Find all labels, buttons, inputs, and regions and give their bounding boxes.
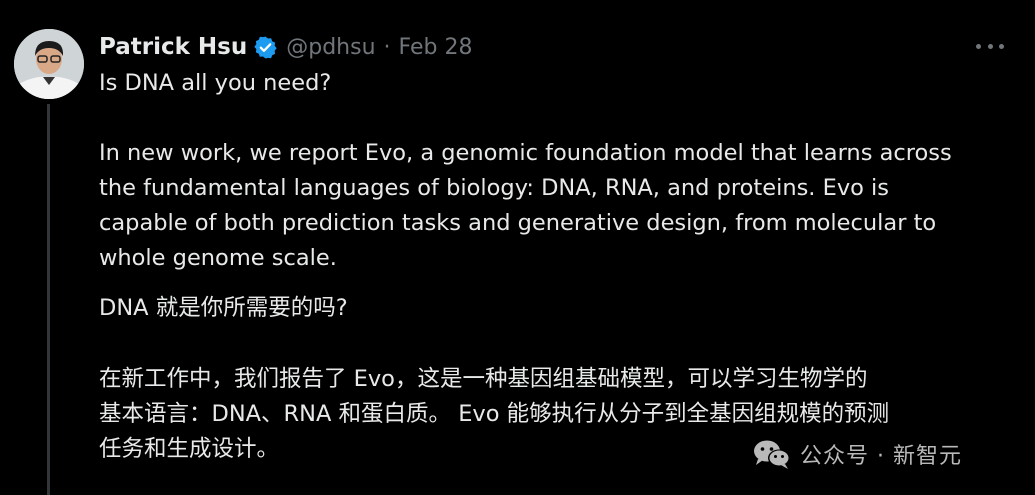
more-options-icon[interactable] (976, 37, 1004, 55)
tweet-header: Patrick Hsu @pdhsu · Feb 28 (99, 30, 472, 64)
author-avatar[interactable] (14, 29, 84, 99)
tweet-text-line: Is DNA all you need? (99, 70, 332, 96)
watermark-text: 公众号 · 新智元 (800, 444, 962, 469)
tweet-date[interactable]: Feb 28 (399, 35, 473, 60)
tweet-card: Patrick Hsu @pdhsu · Feb 28 Is DNA all y… (0, 0, 1035, 495)
more-dot (976, 43, 981, 49)
more-dot (987, 43, 993, 49)
translation-text-line: 基本语言：DNA、RNA 和蛋白质。 Evo 能够执行从分子到全基因组规模的预测 (99, 401, 890, 427)
author-handle[interactable]: @pdhsu (286, 35, 375, 60)
tweet-text-line: In new work, we report Evo, a genomic fo… (99, 140, 952, 166)
verified-badge-icon[interactable] (253, 35, 278, 60)
translation-text-line: DNA 就是你所需要的吗? (99, 295, 348, 321)
author-name[interactable]: Patrick Hsu (99, 34, 247, 60)
wechat-icon (754, 440, 790, 469)
translation-text-line: 任务和生成设计。 (99, 436, 280, 462)
tweet-text-line: capable of both prediction tasks and gen… (99, 210, 937, 236)
watermark: 公众号 · 新智元 (752, 434, 962, 474)
thread-line (47, 104, 50, 495)
avatar-image (14, 29, 84, 99)
tweet-text-line: whole genome scale. (99, 245, 337, 271)
more-dot (999, 43, 1004, 49)
header-separator: · (383, 34, 391, 60)
translation-text-line: 在新工作中，我们报告了 Evo，这是一种基因组基础模型，可以学习生物学的 (99, 366, 868, 392)
tweet-text-line: the fundamental languages of biology: DN… (99, 175, 890, 201)
